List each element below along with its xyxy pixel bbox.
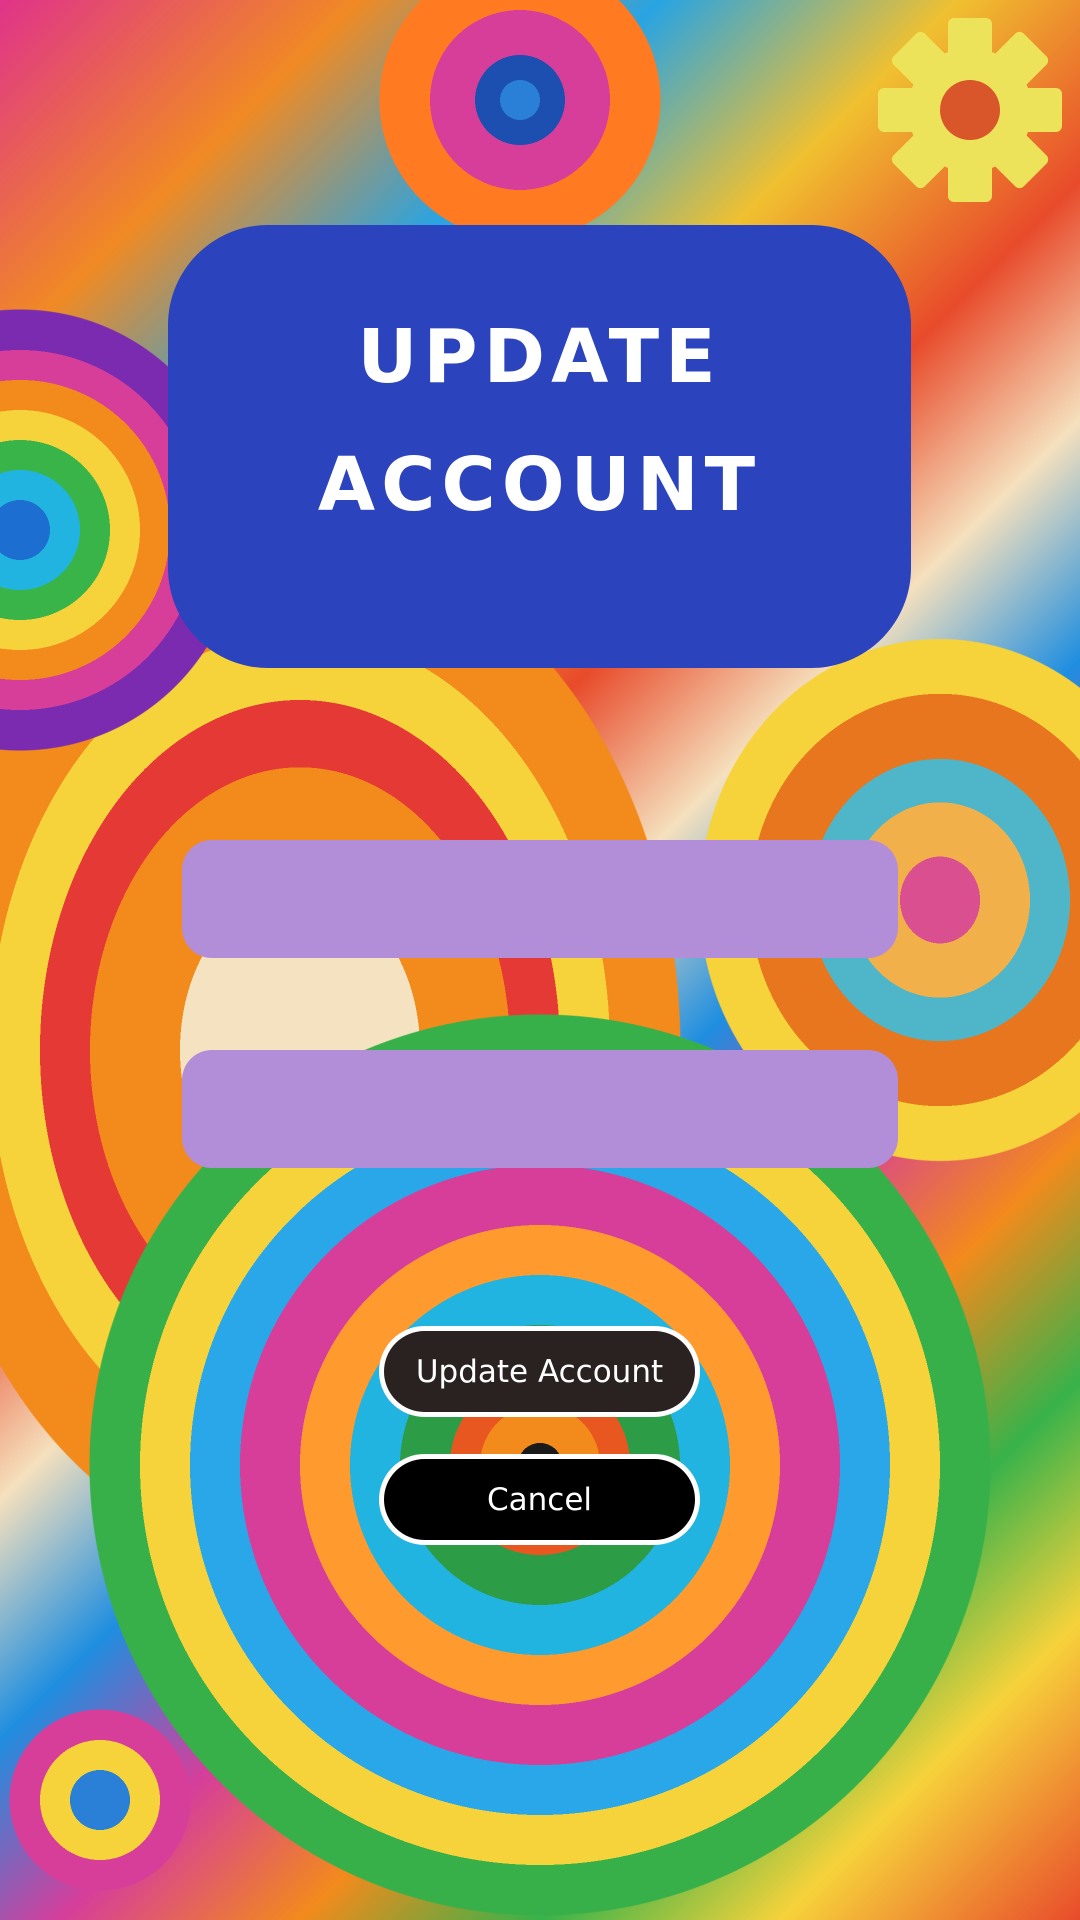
update-account-button[interactable]: Update Account [379, 1326, 700, 1417]
page-title-line-2: ACCOUNT [317, 442, 762, 528]
update-account-screen: UPDATE ACCOUNT Update Account Cancel [0, 0, 1080, 1920]
cancel-button[interactable]: Cancel [379, 1454, 700, 1545]
account-field-2[interactable] [182, 1050, 898, 1168]
account-field-1[interactable] [182, 840, 898, 958]
page-title-line-1: UPDATE [357, 314, 722, 400]
gear-icon[interactable] [878, 18, 1062, 202]
